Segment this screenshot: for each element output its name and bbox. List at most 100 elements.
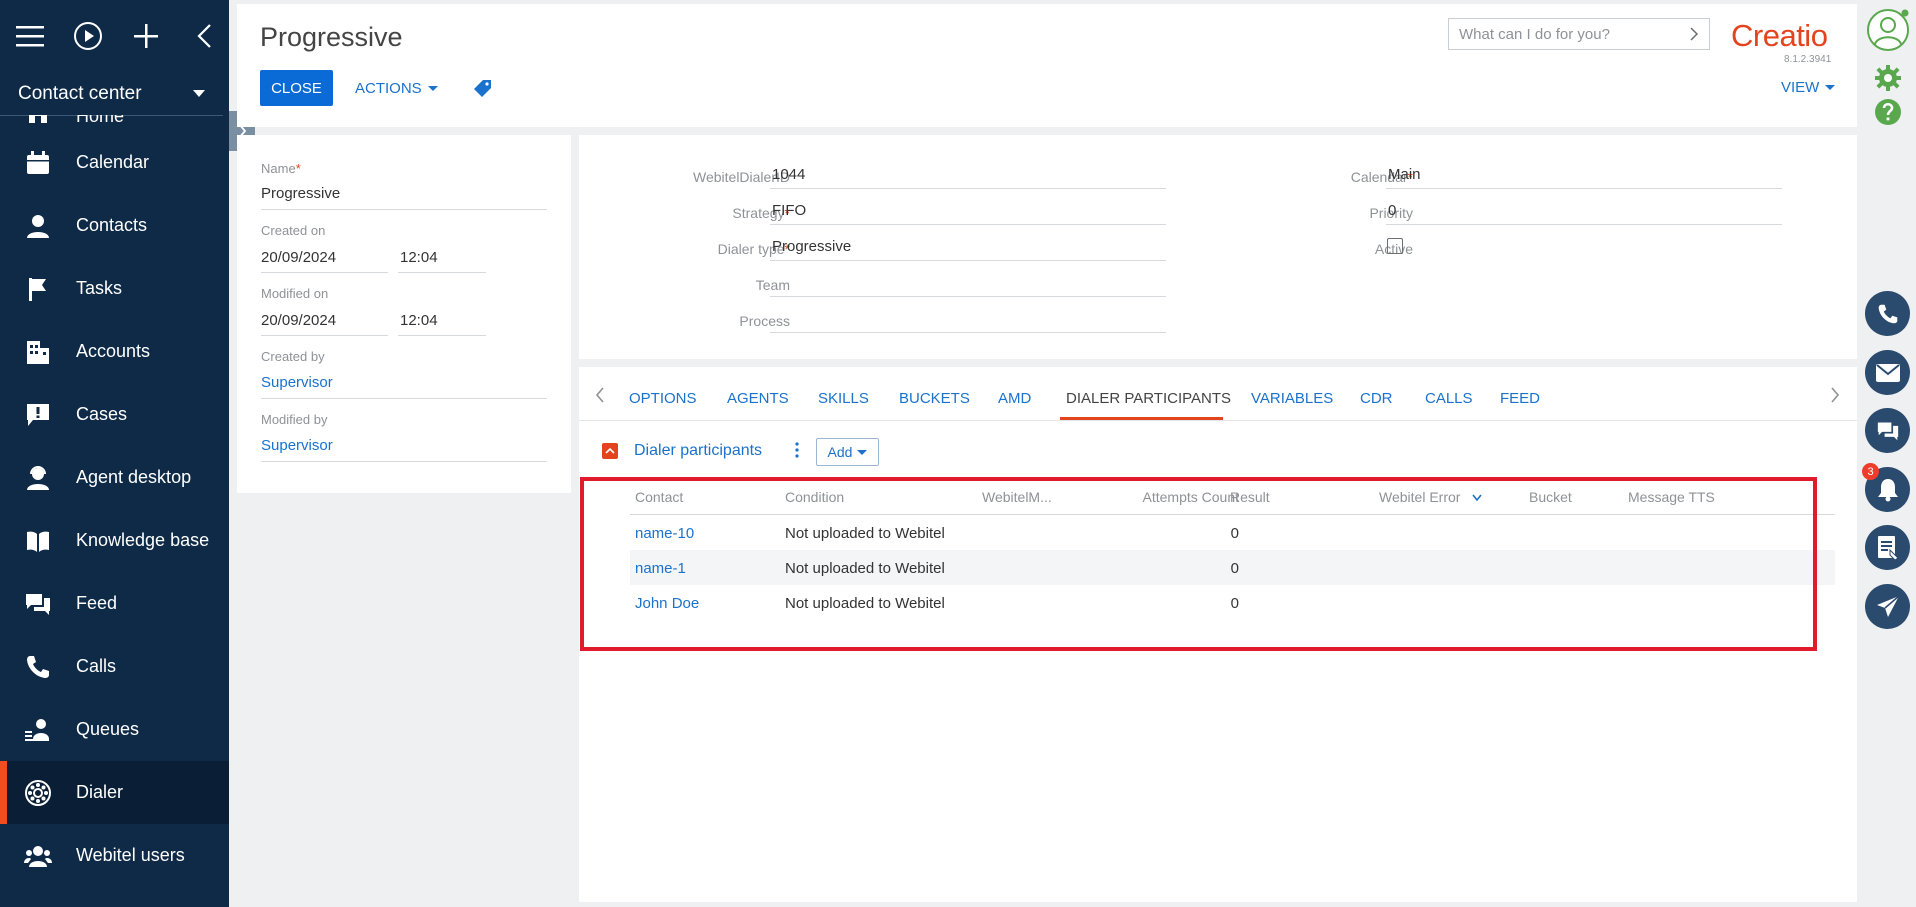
divider [770, 188, 1166, 189]
sidebar-item-cases[interactable]: Cases [0, 383, 229, 446]
modified-on-time: 12:04 [400, 312, 438, 329]
sidebar-item-label: Cases [76, 404, 128, 424]
sidebar-item-calendar[interactable]: Calendar [0, 131, 229, 194]
created-on-label: Created on [261, 223, 326, 238]
tab-calls[interactable]: CALLS [1425, 390, 1473, 407]
divider [261, 272, 388, 273]
command-search-input[interactable]: What can I do for you? [1448, 18, 1710, 50]
send-button[interactable] [1865, 584, 1910, 629]
calendar-icon [24, 149, 52, 177]
tab-buckets[interactable]: BUCKETS [899, 390, 970, 407]
notifications-count-badge: 3 [1862, 463, 1879, 480]
priority-field[interactable]: 0 [1388, 202, 1396, 219]
divider [770, 332, 1166, 333]
hamburger-menu-icon[interactable] [14, 20, 46, 52]
tab-skills[interactable]: SKILLS [818, 390, 869, 407]
view-label: VIEW [1781, 79, 1820, 96]
sidebar-item-queues[interactable]: Queues [0, 698, 229, 761]
detail-collapse-icon[interactable] [602, 443, 618, 459]
name-field-label: Name* [261, 161, 301, 176]
sidebar-item-label: Queues [76, 719, 140, 739]
dialer-main-fields: WebitelDialerID 1044 Strategy* FIFO Dial… [579, 135, 1857, 359]
tabs-scroll-right-icon[interactable] [1830, 387, 1840, 408]
sidebar-item-contacts[interactable]: Contacts [0, 194, 229, 257]
team-label: Team [755, 277, 790, 293]
calendar-field[interactable]: Main [1388, 166, 1421, 183]
workspace-selector[interactable]: Contact center [0, 72, 223, 116]
created-by-link[interactable]: Supervisor [261, 374, 333, 391]
more-options-icon[interactable] [794, 441, 800, 464]
tab-cdr[interactable]: CDR [1360, 390, 1393, 407]
sidebar-item-label: Home [76, 115, 125, 126]
sidebar-item-tasks[interactable]: Tasks [0, 257, 229, 320]
tag-icon[interactable] [474, 79, 492, 102]
chevron-down-icon [193, 90, 205, 97]
dialer-type-field[interactable]: Progressive [772, 238, 851, 255]
alert-bubble-icon [24, 401, 52, 429]
sidebar-item-webitel-users[interactable]: Webitel users [0, 824, 229, 887]
phone-icon [24, 653, 52, 681]
sidebar-item-feed[interactable]: Feed [0, 572, 229, 635]
envelope-icon [1875, 363, 1900, 382]
chevron-down-icon [427, 85, 438, 91]
name-field[interactable]: Progressive [261, 185, 340, 202]
user-avatar-icon [1867, 9, 1909, 51]
back-chevron-icon[interactable] [188, 20, 220, 52]
gear-icon[interactable] [1874, 64, 1902, 97]
email-button[interactable] [1865, 350, 1910, 395]
phone-icon [1878, 304, 1897, 323]
tab-dialer-participants[interactable]: DIALER PARTICIPANTS [1066, 390, 1231, 407]
sidebar-item-label: Calendar [76, 152, 150, 172]
chevron-right-icon [1690, 27, 1699, 41]
play-process-icon[interactable] [72, 20, 104, 52]
paper-plane-icon [1876, 594, 1899, 617]
divider [261, 461, 547, 462]
tab-variables[interactable]: VARIABLES [1251, 390, 1333, 407]
sidebar-item-dialer[interactable]: Dialer [0, 761, 229, 824]
created-by-label: Created by [261, 349, 325, 364]
close-button[interactable]: CLOSE [260, 70, 333, 106]
dialer-icon [24, 779, 52, 807]
dialer-id-field[interactable]: 1044 [772, 166, 805, 183]
contact-icon [24, 212, 52, 240]
active-tab-indicator [1060, 417, 1223, 420]
modified-on-label: Modified on [261, 286, 329, 301]
add-label: Add [827, 444, 853, 460]
tab-feed[interactable]: FEED [1500, 390, 1540, 407]
modified-by-link[interactable]: Supervisor [261, 437, 333, 454]
divider [770, 224, 1166, 225]
sidebar-item-calls[interactable]: Calls [0, 635, 229, 698]
tab-options[interactable]: OPTIONS [629, 390, 697, 407]
sidebar-item-agent-desktop[interactable]: Agent desktop [0, 446, 229, 509]
detail-title[interactable]: Dialer participants [634, 442, 762, 460]
documents-button[interactable] [1865, 525, 1910, 570]
sidebar-item-home[interactable]: Home [0, 115, 229, 131]
sidebar-item-knowledge-base[interactable]: Knowledge base [0, 509, 229, 572]
chevron-down-icon [1825, 85, 1836, 90]
tabs-scroll-left-icon[interactable] [595, 387, 605, 408]
help-icon[interactable] [1874, 98, 1902, 131]
divider [1386, 188, 1782, 189]
sidebar-item-label: Dialer [76, 782, 124, 802]
add-participant-button[interactable]: Add [816, 438, 879, 466]
sidebar-item-label: Calls [76, 656, 117, 676]
tab-amd[interactable]: AMD [998, 390, 1031, 407]
divider [770, 296, 1166, 297]
strategy-field[interactable]: FIFO [772, 202, 806, 219]
process-label: Process [739, 313, 790, 329]
sidebar-item-label: Webitel users [76, 845, 185, 865]
user-profile-avatar[interactable] [1866, 8, 1910, 52]
agent-icon [24, 464, 52, 492]
add-icon[interactable] [130, 20, 162, 52]
chat-button[interactable] [1865, 408, 1910, 453]
active-checkbox[interactable] [1387, 238, 1403, 254]
phone-call-button[interactable] [1865, 291, 1910, 336]
actions-button[interactable]: ACTIONS [355, 70, 438, 106]
divider [770, 260, 1166, 261]
sidebar-item-label: Agent desktop [76, 467, 192, 487]
workspace-label: Contact center [18, 82, 142, 104]
page-header: Progressive CLOSE ACTIONS What can I do … [237, 4, 1857, 127]
sidebar-item-accounts[interactable]: Accounts [0, 320, 229, 383]
tab-agents[interactable]: AGENTS [727, 390, 789, 407]
view-button[interactable]: VIEW [1781, 79, 1836, 96]
